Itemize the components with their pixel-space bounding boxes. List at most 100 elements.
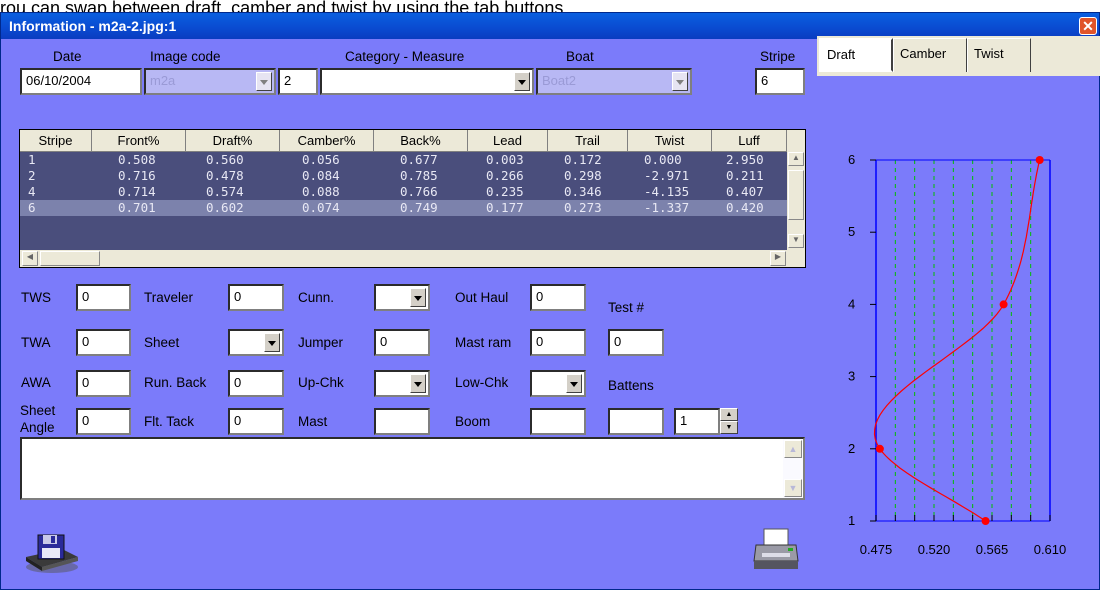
table-row[interactable]: 4 0.714 0.574 0.088 0.766 0.235 0.346 -4.135 0.4… bbox=[20, 184, 787, 200]
sheet-select[interactable] bbox=[228, 329, 284, 356]
table-cell: 0.211 bbox=[726, 168, 764, 183]
awa-field[interactable]: 0 bbox=[76, 370, 131, 397]
chevron-down-icon bbox=[256, 72, 272, 91]
table-cell: 0.714 bbox=[118, 184, 156, 199]
table-cell: 0.000 bbox=[644, 152, 682, 167]
measurement-grid[interactable]: Stripe Front% Draft% Camber% Back% Lead … bbox=[19, 129, 806, 268]
x-tick-label: 0.610 bbox=[1034, 542, 1067, 557]
flt-tack-field[interactable]: 0 bbox=[228, 408, 284, 435]
image-code-number[interactable]: 2 bbox=[278, 68, 318, 95]
tws-field[interactable]: 0 bbox=[76, 284, 131, 311]
table-cell: 0.602 bbox=[206, 200, 244, 215]
table-cell: 1 bbox=[28, 152, 36, 167]
spin-up-icon[interactable]: ▲ bbox=[720, 408, 738, 421]
sheet-angle-field[interactable]: 0 bbox=[76, 408, 131, 435]
scroll-up-icon[interactable]: ▲ bbox=[784, 440, 802, 458]
print-button[interactable] bbox=[752, 525, 802, 573]
draft-chart-svg: 1 2 3 4 5 6 0.475 0.520 0.565 0.610 bbox=[848, 152, 1067, 557]
date-label: Date bbox=[53, 49, 82, 64]
save-button[interactable] bbox=[22, 527, 80, 573]
tab-twist[interactable]: Twist bbox=[967, 38, 1031, 72]
run-back-field[interactable]: 0 bbox=[228, 370, 284, 397]
awa-label: AWA bbox=[21, 375, 51, 390]
table-cell: -2.971 bbox=[644, 168, 690, 183]
column-header-stripe[interactable]: Stripe bbox=[20, 130, 92, 152]
run-back-label: Run. Back bbox=[144, 375, 207, 390]
notes-memo[interactable]: ▲ ▼ bbox=[20, 437, 805, 500]
data-point bbox=[999, 300, 1008, 309]
column-header-camber[interactable]: Camber% bbox=[280, 130, 374, 152]
mast-ram-field[interactable]: 0 bbox=[530, 329, 586, 356]
date-field[interactable]: 06/10/2004 bbox=[20, 68, 142, 95]
chevron-down-icon[interactable] bbox=[410, 288, 426, 307]
up-chk-select[interactable] bbox=[374, 370, 430, 397]
scroll-up-icon[interactable]: ▲ bbox=[788, 152, 804, 166]
cunn-select[interactable] bbox=[374, 284, 430, 311]
x-tick-label: 0.565 bbox=[976, 542, 1009, 557]
twa-field[interactable]: 0 bbox=[76, 329, 131, 356]
out-haul-field[interactable]: 0 bbox=[530, 284, 586, 311]
table-cell: -1.337 bbox=[644, 200, 690, 215]
vertical-scrollbar[interactable]: ▲ ▼ bbox=[787, 130, 805, 250]
stripe-label: Stripe bbox=[760, 49, 796, 64]
data-point bbox=[875, 444, 884, 453]
spin-down-icon[interactable]: ▼ bbox=[720, 421, 738, 434]
twa-label: TWA bbox=[21, 335, 51, 350]
battens-count-field[interactable]: 1 bbox=[674, 408, 720, 435]
chevron-down-icon[interactable] bbox=[514, 72, 530, 91]
floppy-save-icon bbox=[26, 534, 78, 573]
table-row[interactable]: 6 0.701 0.602 0.074 0.749 0.177 0.273 -1.337 0.4… bbox=[20, 200, 787, 216]
y-tick-label: 2 bbox=[848, 441, 855, 456]
table-cell: 0.701 bbox=[118, 200, 156, 215]
mast-field[interactable] bbox=[374, 408, 430, 435]
battens-label: Battens bbox=[608, 378, 654, 393]
table-cell: 0.346 bbox=[564, 184, 602, 199]
boom-field[interactable] bbox=[530, 408, 586, 435]
column-header-luff[interactable]: Luff bbox=[712, 130, 787, 152]
scroll-down-icon[interactable]: ▼ bbox=[784, 479, 802, 497]
y-tick-label: 3 bbox=[848, 369, 855, 384]
column-header-trail[interactable]: Trail bbox=[548, 130, 628, 152]
cunn-label: Cunn. bbox=[298, 290, 335, 305]
table-cell: 0.074 bbox=[302, 200, 340, 215]
low-chk-select[interactable] bbox=[530, 370, 586, 397]
chevron-down-icon[interactable] bbox=[566, 374, 582, 393]
battens-field[interactable] bbox=[608, 408, 664, 435]
chevron-down-icon[interactable] bbox=[264, 333, 280, 352]
boat-select: Boat2 bbox=[536, 68, 692, 95]
mast-label: Mast bbox=[298, 414, 328, 429]
sheet-label: Sheet bbox=[144, 335, 180, 350]
column-header-draft[interactable]: Draft% bbox=[186, 130, 280, 152]
memo-scrollbar[interactable]: ▲ ▼ bbox=[783, 439, 803, 498]
tab-draft[interactable]: Draft bbox=[819, 38, 893, 72]
stripe-field[interactable]: 6 bbox=[755, 68, 805, 95]
x-tick-label: 0.520 bbox=[918, 542, 951, 557]
hscroll-thumb[interactable] bbox=[40, 251, 100, 266]
table-row[interactable]: 2 0.716 0.478 0.084 0.785 0.266 0.298 -2.971 0.2… bbox=[20, 168, 787, 184]
table-cell: 0.677 bbox=[400, 152, 438, 167]
scroll-down-icon[interactable]: ▼ bbox=[788, 234, 804, 248]
chevron-down-icon[interactable] bbox=[410, 374, 426, 393]
table-cell: 0.298 bbox=[564, 168, 602, 183]
horizontal-scrollbar[interactable]: ◀ ▶ bbox=[20, 250, 805, 267]
image-code-select: m2a bbox=[144, 68, 276, 95]
scroll-left-icon[interactable]: ◀ bbox=[22, 251, 38, 266]
column-header-front[interactable]: Front% bbox=[92, 130, 186, 152]
sheet-angle-label: Sheet Angle bbox=[20, 403, 56, 435]
table-cell: 0.266 bbox=[486, 168, 524, 183]
column-header-twist[interactable]: Twist bbox=[628, 130, 712, 152]
table-cell: 0.749 bbox=[400, 200, 438, 215]
table-row[interactable]: 1 0.508 0.560 0.056 0.677 0.003 0.172 0.000 2.95… bbox=[20, 152, 787, 168]
scroll-right-icon[interactable]: ▶ bbox=[770, 251, 786, 266]
table-cell: 0.478 bbox=[206, 168, 244, 183]
test-field[interactable]: 0 bbox=[608, 329, 664, 356]
jumper-field[interactable]: 0 bbox=[374, 329, 430, 356]
table-cell: 0.235 bbox=[486, 184, 524, 199]
close-button[interactable]: ✕ bbox=[1079, 17, 1097, 35]
column-header-lead[interactable]: Lead bbox=[468, 130, 548, 152]
scroll-thumb[interactable] bbox=[788, 170, 804, 220]
tab-camber[interactable]: Camber bbox=[893, 38, 967, 72]
traveler-field[interactable]: 0 bbox=[228, 284, 284, 311]
category-select[interactable] bbox=[320, 68, 534, 95]
column-header-back[interactable]: Back% bbox=[374, 130, 468, 152]
